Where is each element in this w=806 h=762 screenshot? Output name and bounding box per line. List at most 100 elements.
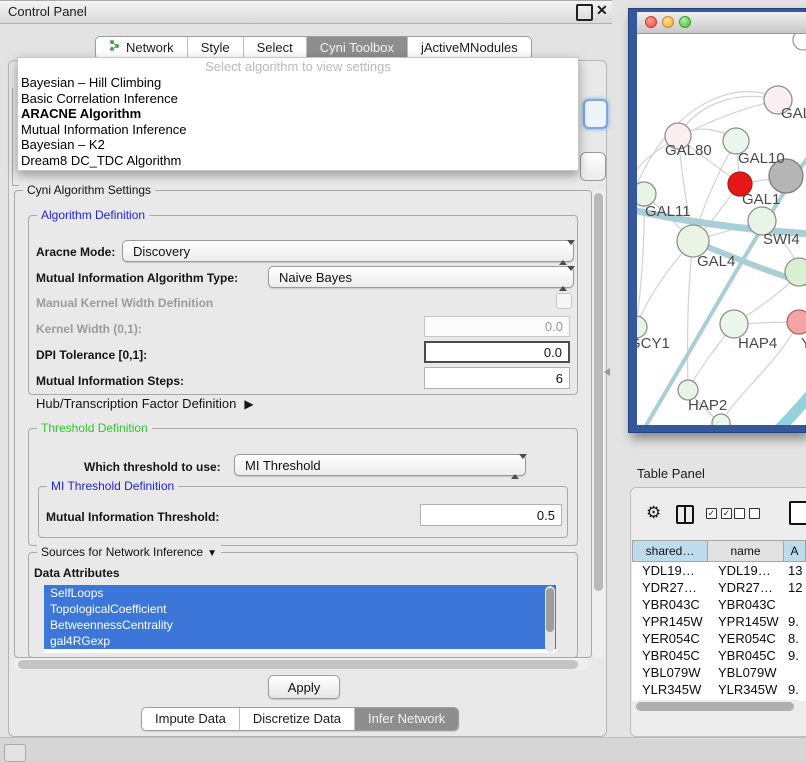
network-canvas[interactable]: GAL8GAL80GAL10GAL1GAL11SWI4GAL4GCY1HAP4Y… <box>637 34 806 425</box>
table-horizontal-scrollbar[interactable] <box>634 700 804 712</box>
scrollbar-thumb[interactable] <box>594 193 603 591</box>
table-row[interactable]: YPR145WYPR145W9. <box>632 613 806 630</box>
table-cell <box>784 596 806 613</box>
which-threshold-value: MI Threshold <box>245 458 321 473</box>
algorithm-definition-title: Algorithm Definition <box>37 208 149 222</box>
kernel-width-label: Kernel Width (0,1): <box>36 322 142 336</box>
network-view-window[interactable]: GAL8GAL80GAL10GAL1GAL11SWI4GAL4GCY1HAP4Y… <box>628 8 806 433</box>
attribute-item-selfloops[interactable]: SelfLoops <box>44 585 556 601</box>
mi-threshold-label: Mutual Information Threshold: <box>46 510 219 524</box>
scrollbar-thumb[interactable] <box>546 588 554 632</box>
dropdown-item-bayesian-hill-climbing[interactable]: Bayesian – Hill Climbing <box>18 75 578 91</box>
table-row[interactable]: YDL19…YDL19…13 <box>632 562 806 579</box>
manual-kernel-width-label: Manual Kernel Width Definition <box>36 296 213 310</box>
document-icon[interactable] <box>789 501 806 525</box>
node-label: GAL80 <box>665 142 712 159</box>
network-node[interactable] <box>720 310 748 338</box>
checked-box-icon: ✓ <box>721 508 732 519</box>
network-node[interactable] <box>712 414 730 425</box>
scrollbar-thumb[interactable] <box>18 660 578 669</box>
tab-infer-network[interactable]: Infer Network <box>355 708 458 730</box>
mi-algorithm-type-select[interactable]: Naive Bayes <box>268 266 574 288</box>
dropdown-item-bayesian-k2[interactable]: Bayesian – K2 <box>18 137 578 153</box>
unchecked-box-icon <box>734 508 745 519</box>
table-cell: 9. <box>784 613 806 630</box>
network-edge <box>637 152 806 425</box>
apply-button[interactable]: Apply <box>268 675 340 699</box>
dpi-tolerance-field[interactable]: 0.0 <box>424 341 570 363</box>
table-cell: YBL079W <box>632 664 708 681</box>
tab-jactivemnodules[interactable]: jActiveMNodules <box>408 37 531 59</box>
mi-steps-label: Mutual Information Steps: <box>36 374 184 388</box>
tab-label: Select <box>257 37 293 59</box>
cyni-mode-tabs: Impute Data Discretize Data Infer Network <box>141 707 459 731</box>
network-node[interactable] <box>787 310 806 334</box>
table-cell: YBL079W <box>708 664 784 681</box>
table-cell: 8. <box>784 630 806 647</box>
which-threshold-select[interactable]: MI Threshold <box>234 454 526 476</box>
table-header-row: shared…nameA <box>632 540 806 562</box>
scrollbar-thumb[interactable] <box>636 702 794 711</box>
column-header-shared[interactable]: shared… <box>632 540 708 562</box>
tab-network[interactable]: Network <box>96 37 188 59</box>
table-cell: YLR345W <box>708 681 784 698</box>
aracne-mode-select[interactable]: Discovery <box>122 240 574 262</box>
select-all-columns-icon[interactable]: ✓ ✓ <box>706 508 732 519</box>
tab-impute-data[interactable]: Impute Data <box>142 708 240 730</box>
dropdown-item-mutual-information-inference[interactable]: Mutual Information Inference <box>18 122 578 138</box>
mi-threshold-field[interactable]: 0.5 <box>420 504 562 526</box>
dpi-tolerance-label: DPI Tolerance [0,1]: <box>36 348 147 362</box>
mac-minimize-icon[interactable] <box>662 16 674 28</box>
node-label: GCY1 <box>637 335 670 352</box>
mi-steps-field[interactable]: 6 <box>424 367 570 389</box>
tab-label: Network <box>126 37 174 59</box>
dropdown-item-basic-correlation-inference[interactable]: Basic Correlation Inference <box>18 91 578 107</box>
tab-label: jActiveMNodules <box>421 37 518 59</box>
attribute-item-topologicalcoefficient[interactable]: TopologicalCoefficient <box>44 601 556 617</box>
sources-group-title[interactable]: Sources for Network Inference▼ <box>37 545 221 559</box>
network-icon <box>109 37 121 59</box>
column-layout-icon[interactable] <box>676 505 694 524</box>
tab-select[interactable]: Select <box>244 37 307 59</box>
dropdown-item-aracne-algorithm[interactable]: ARACNE Algorithm <box>18 106 578 122</box>
kernel-width-field: 0.0 <box>424 316 570 337</box>
attribute-item-betweennesscentrality[interactable]: BetweennessCentrality <box>44 617 556 633</box>
mac-close-icon[interactable] <box>645 16 657 28</box>
table-cell: YDL19… <box>708 562 784 579</box>
column-header-name[interactable]: name <box>708 540 784 562</box>
attributes-scrollbar[interactable] <box>545 586 555 652</box>
mac-zoom-icon[interactable] <box>679 16 691 28</box>
attribute-item-gal4rgexp[interactable]: gal4RGexp <box>44 633 556 649</box>
column-header-a[interactable]: A <box>784 540 806 562</box>
table-row[interactable]: YBR043CYBR043C <box>632 596 806 613</box>
settings-horizontal-scrollbar[interactable] <box>15 658 589 670</box>
float-window-icon[interactable] <box>576 4 593 21</box>
corner-button[interactable] <box>4 744 26 762</box>
algorithm-dropdown-popup: Select algorithm to view settings Bayesi… <box>17 57 579 171</box>
control-panel-title: Control Panel <box>8 4 87 19</box>
hub-transcription-factor-expander[interactable]: Hub/Transcription Factor Definition▶ <box>36 396 254 411</box>
table-row[interactable]: YBR045CYBR045C9. <box>632 647 806 664</box>
table-cell: YDL19… <box>632 562 708 579</box>
tab-label: Cyni Toolbox <box>320 37 394 59</box>
gear-icon[interactable]: ⚙ <box>646 503 661 523</box>
table-cell: YBR043C <box>632 596 708 613</box>
table-row[interactable]: YDR27…YDR27…12 <box>632 579 806 596</box>
table-row[interactable]: YER054CYER054C8. <box>632 630 806 647</box>
table-row[interactable]: YLR345WYLR345W9. <box>632 681 806 698</box>
dropdown-item-dream8-dc-tdc-algorithm[interactable]: Dream8 DC_TDC Algorithm <box>18 153 578 169</box>
close-icon[interactable]: ✕ <box>596 2 608 19</box>
splitter-collapse-icon[interactable] <box>604 368 610 376</box>
table-row[interactable]: YBL079WYBL079W <box>632 664 806 681</box>
deselect-all-columns-icon[interactable] <box>734 508 760 519</box>
tab-cyni-toolbox[interactable]: Cyni Toolbox <box>307 37 408 59</box>
tab-style[interactable]: Style <box>188 37 244 59</box>
settings-vertical-scrollbar[interactable] <box>592 190 605 658</box>
tab-discretize-data[interactable]: Discretize Data <box>240 708 355 730</box>
network-node[interactable] <box>785 258 806 286</box>
tab-label: Discretize Data <box>253 708 341 730</box>
node-label: GAL8 <box>781 105 806 122</box>
network-node[interactable] <box>793 34 806 50</box>
status-strip <box>0 737 806 762</box>
aracne-mode-value: Discovery <box>133 244 190 259</box>
